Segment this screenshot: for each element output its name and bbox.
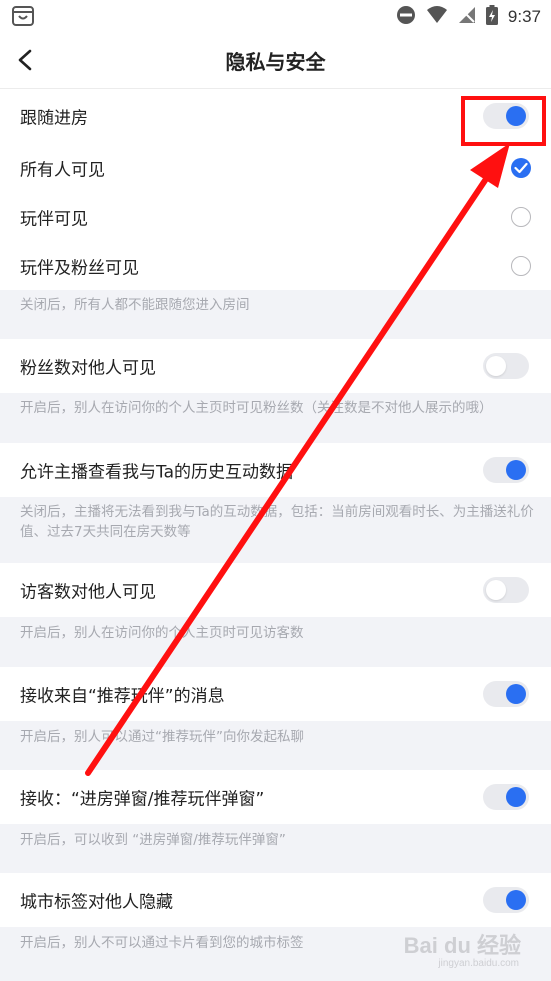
fans-visible-label: 粉丝数对他人可见 — [20, 358, 156, 379]
city-hidden-toggle[interactable] — [483, 887, 529, 913]
recommend-message-row: 接收来自“推荐玩伴”的消息 — [0, 667, 551, 721]
option-everyone-label: 所有人可见 — [20, 160, 105, 180]
history-data-label: 允许主播查看我与Ta的历史互动数据 — [20, 462, 293, 483]
visitors-visible-description: 开启后，别人在访问你的个人主页时可见访客数 — [20, 625, 304, 641]
follow-room-label: 跟随进房 — [20, 108, 88, 129]
toggle-knob — [506, 460, 526, 480]
city-hidden-row: 城市标签对他人隐藏 — [0, 873, 551, 927]
popup-row: 接收：“进房弹窗/推荐玩伴弹窗” — [0, 770, 551, 824]
follow-room-row: 跟随进房 — [0, 89, 551, 143]
watermark-logo: Bai du 经验 — [403, 933, 521, 958]
do-not-disturb-icon — [396, 5, 416, 29]
fans-visible-row: 粉丝数对他人可见 — [0, 339, 551, 393]
popup-label: 接收：“进房弹窗/推荐玩伴弹窗” — [20, 789, 265, 810]
page-title: 隐私与安全 — [225, 50, 326, 74]
history-data-row: 允许主播查看我与Ta的历史互动数据 — [0, 443, 551, 497]
follow-room-description: 关闭后，所有人都不能跟随您进入房间 — [20, 297, 250, 313]
toggle-knob — [506, 890, 526, 910]
fans-visible-description: 开启后，别人在访问你的个人主页时可见粉丝数（关注数是不对他人展示的哦） — [20, 400, 493, 416]
toggle-knob — [506, 787, 526, 807]
popup-description: 开启后，可以收到 “进房弹窗/推荐玩伴弹窗” — [20, 832, 286, 848]
history-data-toggle[interactable] — [483, 457, 529, 483]
popup-toggle[interactable] — [483, 784, 529, 810]
option-partners-label: 玩伴可见 — [20, 209, 88, 229]
option-partners-radio[interactable] — [511, 206, 531, 227]
option-partners-fans[interactable]: 玩伴及粉丝可见 — [0, 241, 551, 290]
option-partners[interactable]: 玩伴可见 — [0, 192, 551, 241]
checkmark-icon — [514, 162, 528, 173]
history-data-description: 关闭后，主播将无法看到我与Ta的互动数据，包括：当前房间观看时长、为主播送礼价值… — [20, 504, 534, 540]
option-everyone[interactable]: 所有人可见 — [0, 143, 551, 192]
app-notification-icon — [12, 6, 34, 30]
option-everyone-radio[interactable] — [511, 157, 531, 178]
visitors-visible-toggle[interactable] — [483, 577, 529, 603]
option-partners-fans-label: 玩伴及粉丝可见 — [20, 258, 139, 278]
watermark-url: jingyan.baidu.com — [438, 958, 519, 969]
status-bar: 9:37 — [0, 0, 551, 32]
toggle-knob — [506, 684, 526, 704]
recommend-message-label: 接收来自“推荐玩伴”的消息 — [20, 686, 225, 707]
recommend-message-toggle[interactable] — [483, 681, 529, 707]
toggle-knob — [506, 106, 526, 126]
signal-icon — [458, 6, 476, 28]
recommend-message-description: 开启后，别人可以通过“推荐玩伴”向你发起私聊 — [20, 729, 304, 745]
visitors-visible-row: 访客数对他人可见 — [0, 563, 551, 617]
city-hidden-label: 城市标签对他人隐藏 — [20, 892, 173, 913]
clock: 9:37 — [507, 7, 541, 26]
follow-room-toggle[interactable] — [483, 103, 529, 129]
wifi-icon — [426, 6, 448, 28]
fans-visible-toggle[interactable] — [483, 353, 529, 379]
battery-charging-icon — [485, 5, 498, 29]
visitors-visible-label: 访客数对他人可见 — [20, 582, 156, 603]
navigation-bar: 隐私与安全 — [0, 32, 551, 89]
toggle-knob — [486, 580, 506, 600]
option-partners-fans-radio[interactable] — [511, 255, 531, 276]
toggle-knob — [486, 356, 506, 376]
